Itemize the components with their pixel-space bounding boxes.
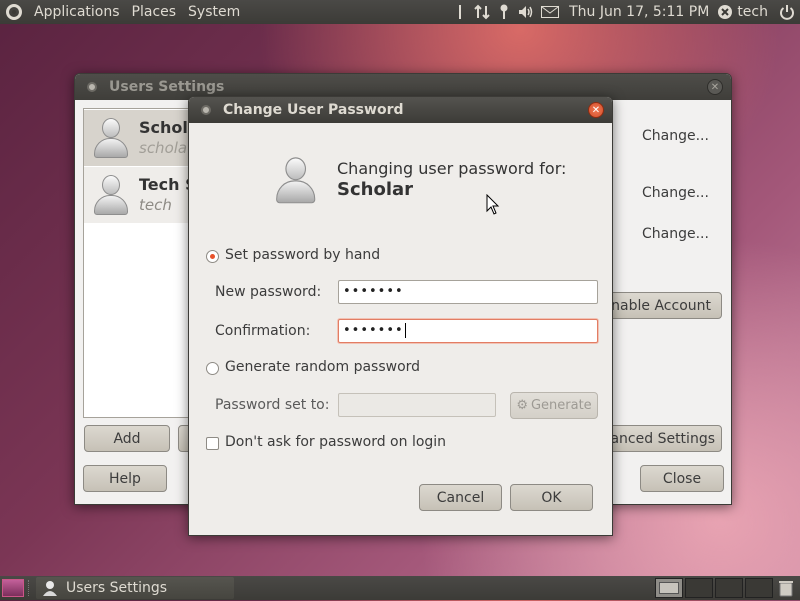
menu-places[interactable]: Places: [126, 0, 183, 24]
new-password-field[interactable]: •••••••: [338, 280, 598, 304]
confirmation-field[interactable]: •••••••: [338, 319, 598, 343]
confirmation-value: •••••••: [343, 323, 404, 338]
window-menu-icon[interactable]: [201, 105, 211, 115]
window-title: Users Settings: [109, 79, 225, 95]
close-icon[interactable]: ✕: [588, 102, 604, 118]
new-password-label: New password:: [215, 284, 322, 300]
dont-ask-checkbox[interactable]: [206, 437, 219, 450]
show-desktop-icon[interactable]: [2, 579, 24, 597]
user-avatar-icon: [93, 116, 129, 160]
dialog-titlebar[interactable]: Change User Password ✕: [189, 97, 612, 123]
ok-button[interactable]: OK: [510, 484, 593, 511]
header-line: Changing user password for:: [337, 159, 567, 178]
user-list[interactable]: Schola schola Tech S tech: [83, 108, 199, 418]
password-set-to-field: [338, 393, 496, 417]
workspace-window-preview: [659, 582, 679, 594]
dont-ask-label[interactable]: Don't ask for password on login: [225, 434, 446, 450]
dialog-title: Change User Password: [223, 102, 404, 118]
workspace-2[interactable]: [685, 578, 713, 598]
panel-separator: [28, 580, 30, 596]
mouse-pointer-icon: [486, 194, 500, 215]
indicator-applet-icon[interactable]: [449, 0, 471, 24]
generate-random-radio[interactable]: [206, 362, 219, 375]
generate-random-label[interactable]: Generate random password: [225, 359, 420, 375]
mail-icon[interactable]: [537, 0, 563, 24]
advanced-settings-button[interactable]: vanced Settings: [595, 425, 722, 452]
user-avatar-icon: [275, 155, 326, 217]
clock[interactable]: Thu Jun 17, 5:11 PM: [563, 0, 715, 24]
header-user: Scholar: [337, 179, 414, 200]
volume-icon[interactable]: [515, 0, 537, 24]
enable-account-button[interactable]: nable Account: [595, 292, 722, 319]
workspace-4[interactable]: [745, 578, 773, 598]
confirmation-label: Confirmation:: [215, 323, 311, 339]
change-password-dialog: Change User Password ✕ Changing user pas…: [188, 96, 613, 536]
change-password-button[interactable]: Change...: [642, 226, 709, 242]
trash-icon[interactable]: [778, 579, 794, 597]
password-set-to-label: Password set to:: [215, 397, 330, 413]
set-by-hand-radio[interactable]: [206, 250, 219, 263]
generate-gear-icon: ⚙: [516, 398, 528, 413]
add-button[interactable]: Add: [84, 425, 170, 452]
generate-button-label: Generate: [530, 398, 592, 413]
list-item[interactable]: Tech S tech: [84, 167, 197, 223]
list-item[interactable]: Schola schola: [84, 110, 199, 166]
menu-system[interactable]: System: [182, 0, 246, 24]
bottom-panel: Users Settings: [0, 576, 800, 600]
change-type-button[interactable]: Change...: [642, 185, 709, 201]
users-app-icon: [42, 580, 58, 596]
user-status-icon[interactable]: [715, 0, 735, 24]
user-login: schola: [139, 139, 188, 157]
text-caret: [404, 323, 406, 338]
top-panel: Applications Places System Thu Jun 17, 5…: [0, 0, 800, 24]
set-by-hand-label[interactable]: Set password by hand: [225, 247, 380, 263]
ubuntu-logo-icon[interactable]: [6, 4, 22, 20]
menu-applications[interactable]: Applications: [28, 0, 126, 24]
close-button[interactable]: Close: [640, 465, 724, 492]
taskbar-users-settings[interactable]: Users Settings: [36, 577, 234, 599]
user-menu[interactable]: tech: [735, 0, 774, 24]
window-menu-icon[interactable]: [87, 82, 97, 92]
close-icon[interactable]: ✕: [707, 79, 723, 95]
workspace-3[interactable]: [715, 578, 743, 598]
keyring-icon[interactable]: [493, 0, 515, 24]
network-icon[interactable]: [471, 0, 493, 24]
cancel-button[interactable]: Cancel: [419, 484, 502, 511]
generate-button: ⚙ Generate: [510, 392, 598, 419]
taskbar-label: Users Settings: [66, 580, 168, 596]
user-avatar-icon: [93, 173, 129, 217]
user-login: tech: [139, 196, 172, 214]
power-icon[interactable]: [774, 0, 800, 24]
workspace-1[interactable]: [655, 578, 683, 598]
change-name-button[interactable]: Change...: [642, 128, 709, 144]
help-button[interactable]: Help: [83, 465, 167, 492]
